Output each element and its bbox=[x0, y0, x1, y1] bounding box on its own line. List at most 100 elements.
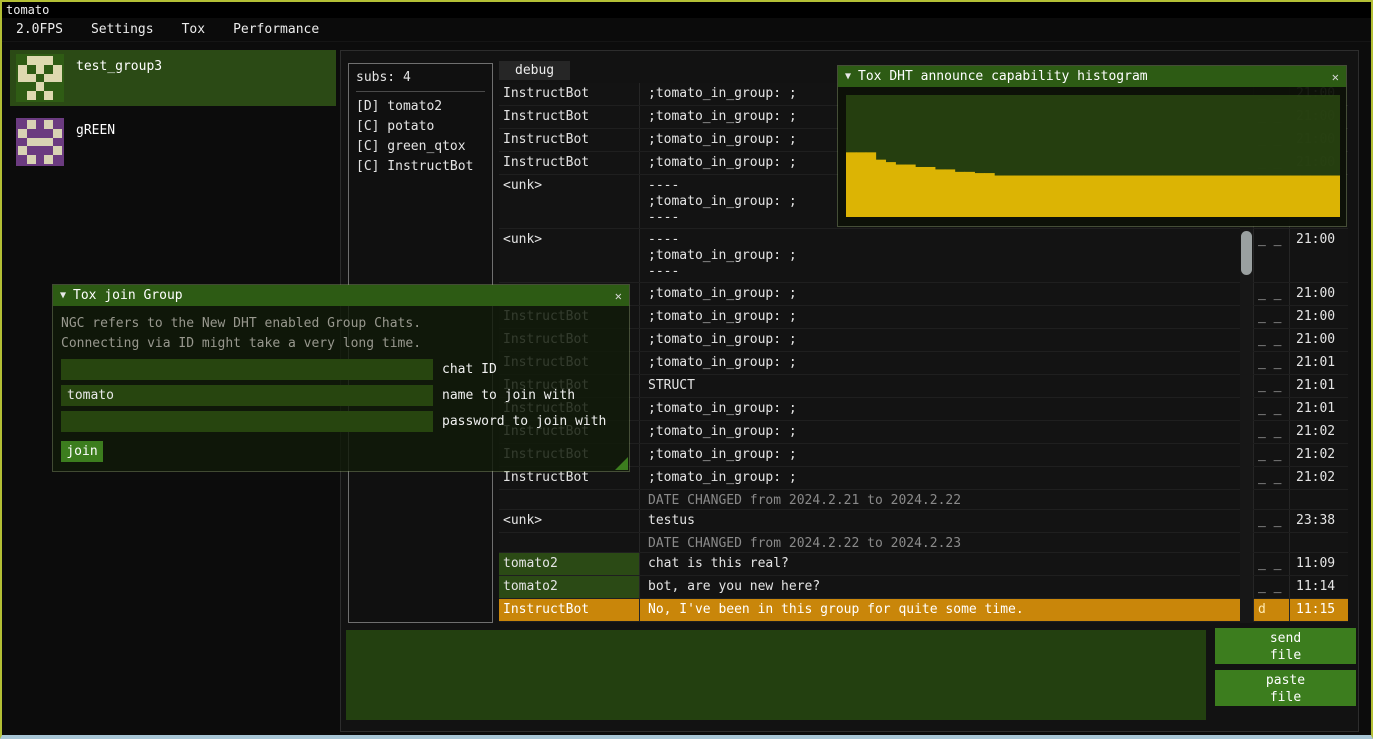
message-text: ;tomato_in_group: ; bbox=[640, 398, 1240, 420]
message-time bbox=[1289, 533, 1347, 552]
tab-debug[interactable]: debug bbox=[499, 61, 570, 80]
message-text: ;tomato_in_group: ; bbox=[640, 421, 1240, 443]
title-bar[interactable]: tomato bbox=[2, 2, 1371, 18]
sender-name: InstructBot bbox=[499, 83, 640, 105]
message-flags: _ _ bbox=[1253, 467, 1289, 489]
message-time: 21:01 bbox=[1289, 352, 1347, 374]
date-separator-row[interactable]: DATE CHANGED from 2024.2.22 to 2024.2.23 bbox=[499, 533, 1348, 553]
histogram-window-body bbox=[838, 87, 1346, 226]
message-flags: _ _ bbox=[1253, 576, 1289, 598]
histogram-window-titlebar[interactable]: ▼ Tox DHT announce capability histogram … bbox=[838, 66, 1346, 87]
menu-item-performance[interactable]: Performance bbox=[219, 18, 333, 42]
join-name-input[interactable] bbox=[61, 385, 433, 406]
subs-member-list: [D] tomato2[C] potato[C] green_qtox[C] I… bbox=[356, 97, 485, 177]
menu-bar: 2.0FPSSettingsToxPerformance bbox=[2, 18, 1371, 42]
message-time: 21:00 bbox=[1289, 283, 1347, 305]
message-time: 21:00 bbox=[1289, 306, 1347, 328]
message-time: 21:02 bbox=[1289, 444, 1347, 466]
group-avatar bbox=[16, 118, 64, 166]
contact-label: test_group3 bbox=[76, 59, 162, 74]
message-flags bbox=[1253, 533, 1289, 552]
subs-member[interactable]: [C] potato bbox=[356, 117, 485, 137]
histogram-window-title: Tox DHT announce capability histogram bbox=[858, 69, 1148, 84]
chat-row[interactable]: tomato2chat is this real? _ _11:09 bbox=[499, 553, 1348, 576]
contact-label: gREEN bbox=[76, 123, 115, 138]
contact-item-gREEN[interactable]: gREEN bbox=[10, 114, 336, 170]
message-flags bbox=[1253, 490, 1289, 509]
histogram-plot-svg bbox=[846, 95, 1340, 217]
scrollbar-grab[interactable] bbox=[1241, 231, 1252, 275]
message-time: 21:02 bbox=[1289, 467, 1347, 489]
message-time: 21:02 bbox=[1289, 421, 1347, 443]
histogram-plot bbox=[846, 95, 1340, 217]
sender-name: <unk> bbox=[499, 229, 640, 282]
chat-row[interactable]: <unk>---- ;tomato_in_group: ; ----_ _21:… bbox=[499, 229, 1348, 283]
collapse-arrow-icon[interactable]: ▼ bbox=[60, 290, 66, 301]
sender-name: InstructBot bbox=[499, 599, 640, 621]
message-text: ;tomato_in_group: ; bbox=[640, 329, 1240, 351]
chat-id-label: chat ID bbox=[442, 362, 497, 377]
message-flags: _ _ bbox=[1253, 306, 1289, 328]
sender-name: tomato2 bbox=[499, 553, 640, 575]
chat-row[interactable]: tomato2bot, are you new here?_ _11:14 bbox=[499, 576, 1348, 599]
subs-member[interactable]: [C] green_qtox bbox=[356, 137, 485, 157]
message-text: ;tomato_in_group: ; bbox=[640, 467, 1240, 489]
menu-item-tox[interactable]: Tox bbox=[168, 18, 219, 42]
message-flags: _ _ bbox=[1253, 398, 1289, 420]
send-file-button[interactable]: send file bbox=[1215, 628, 1356, 664]
join-password-input[interactable] bbox=[61, 411, 433, 432]
message-flags: d bbox=[1253, 599, 1289, 621]
subs-member[interactable]: [C] InstructBot bbox=[356, 157, 485, 177]
message-flags: _ _ bbox=[1253, 375, 1289, 397]
message-text: ;tomato_in_group: ; bbox=[640, 283, 1240, 305]
join-info-line2: Connecting via ID might take a very long… bbox=[61, 334, 621, 354]
sender-name: <unk> bbox=[499, 175, 640, 228]
contact-item-test_group3[interactable]: test_group3 bbox=[10, 50, 336, 106]
chat-row[interactable]: InstructBotNo, I've been in this group f… bbox=[499, 599, 1348, 622]
chat-row[interactable]: <unk>testus_ _23:38 bbox=[499, 510, 1348, 533]
message-time: 21:00 bbox=[1289, 329, 1347, 351]
message-flags: _ _ bbox=[1253, 421, 1289, 443]
sender-name: InstructBot bbox=[499, 106, 640, 128]
resize-grip[interactable] bbox=[615, 457, 628, 470]
message-flags: _ _ bbox=[1253, 553, 1289, 575]
group-avatar bbox=[16, 54, 64, 102]
message-text: No, I've been in this group for quite so… bbox=[640, 599, 1240, 621]
sender-name: tomato2 bbox=[499, 576, 640, 598]
sender-name bbox=[499, 490, 640, 509]
subs-title: subs: 4 bbox=[356, 69, 485, 87]
histogram-window: ▼ Tox DHT announce capability histogram … bbox=[837, 65, 1347, 227]
message-text: ;tomato_in_group: ; bbox=[640, 444, 1240, 466]
sender-name: <unk> bbox=[499, 510, 640, 532]
join-window-titlebar[interactable]: ▼ Tox join Group ✕ bbox=[53, 285, 629, 306]
join-button[interactable]: join bbox=[61, 441, 103, 462]
sender-name: InstructBot bbox=[499, 152, 640, 174]
close-icon[interactable]: ✕ bbox=[1332, 70, 1339, 84]
message-text: bot, are you new here? bbox=[640, 576, 1240, 598]
chat-id-input[interactable] bbox=[61, 359, 433, 380]
menu-item-fps: 2.0FPS bbox=[2, 18, 77, 42]
message-time: 11:15 bbox=[1289, 599, 1347, 621]
sender-name: InstructBot bbox=[499, 129, 640, 151]
join-password-label: password to join with bbox=[442, 414, 606, 429]
message-text: ;tomato_in_group: ; bbox=[640, 352, 1240, 374]
message-time: 21:01 bbox=[1289, 375, 1347, 397]
message-text: ;tomato_in_group: ; bbox=[640, 306, 1240, 328]
message-flags: _ _ bbox=[1253, 283, 1289, 305]
close-icon[interactable]: ✕ bbox=[615, 289, 622, 303]
message-input[interactable] bbox=[346, 630, 1206, 720]
message-time: 11:09 bbox=[1289, 553, 1347, 575]
date-separator-row[interactable]: DATE CHANGED from 2024.2.21 to 2024.2.22 bbox=[499, 490, 1348, 510]
join-window-title: Tox join Group bbox=[73, 288, 183, 303]
collapse-arrow-icon[interactable]: ▼ bbox=[845, 71, 851, 82]
message-time: 21:00 bbox=[1289, 229, 1347, 282]
subs-separator bbox=[356, 91, 485, 92]
message-text: ---- ;tomato_in_group: ; ---- bbox=[640, 229, 1240, 282]
subs-member[interactable]: [D] tomato2 bbox=[356, 97, 485, 117]
paste-file-button[interactable]: paste file bbox=[1215, 670, 1356, 706]
message-flags: _ _ bbox=[1253, 329, 1289, 351]
menu-item-settings[interactable]: Settings bbox=[77, 18, 168, 42]
message-text: chat is this real? bbox=[640, 553, 1240, 575]
join-group-window: ▼ Tox join Group ✕ NGC refers to the New… bbox=[52, 284, 630, 472]
join-name-label: name to join with bbox=[442, 388, 575, 403]
